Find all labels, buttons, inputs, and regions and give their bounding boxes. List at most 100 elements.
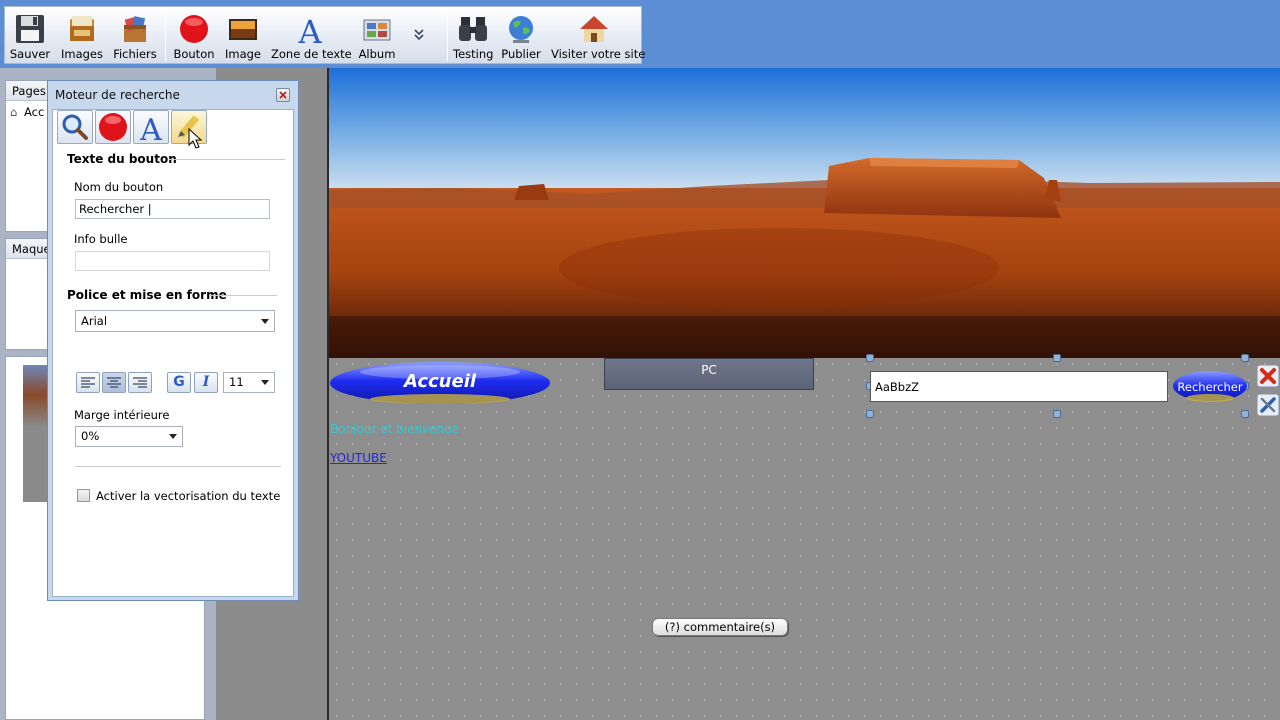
chevron-down-icon	[169, 434, 177, 439]
align-right-icon	[133, 377, 147, 388]
comments-button[interactable]: (?) commentaire(s)	[652, 618, 788, 636]
button-tool[interactable]: Bouton	[171, 9, 217, 63]
home-icon: ⌂	[10, 105, 18, 119]
delete-icon[interactable]	[1257, 365, 1279, 387]
tooltip-label: Info bulle	[74, 232, 128, 246]
files-box-icon	[124, 16, 146, 42]
mouse-cursor-icon	[188, 128, 203, 149]
images-folder-icon	[70, 16, 94, 41]
image-tool-label: Image	[224, 47, 262, 61]
test-button[interactable]: Testing	[453, 9, 493, 63]
inner-margin-label: Marge intérieure	[74, 408, 170, 422]
toolbar: Sauver Images Fichiers Bouton Image A Zo…	[0, 0, 1280, 68]
search-input[interactable]: AaBbzZ	[870, 371, 1168, 402]
toolbar-separator	[165, 11, 166, 61]
text-zone-label: Zone de texte	[271, 47, 352, 61]
publish-button[interactable]: Publier	[499, 9, 543, 63]
dialog-body: A Texte du bouton Nom du bouton Recherch…	[52, 109, 294, 597]
more-tools-button[interactable]	[411, 25, 427, 45]
home-button-label: Accueil	[403, 371, 477, 392]
test-label: Testing	[453, 47, 494, 61]
red-button-icon	[180, 15, 208, 43]
search-button-label: Rechercher	[1177, 380, 1243, 394]
floppy-disk-icon	[16, 15, 44, 43]
page-canvas[interactable]: Accueil PC AaBbzZ Rechercher Bonjour et …	[329, 68, 1280, 720]
publish-label: Publier	[501, 47, 541, 61]
vectorize-text-checkbox[interactable]	[77, 489, 90, 502]
selection-handle[interactable]	[1241, 410, 1249, 418]
selection-handle[interactable]	[866, 354, 874, 362]
text-zone-icon: A	[297, 13, 322, 45]
inner-margin-value: 0%	[81, 429, 100, 443]
selection-handle[interactable]	[1053, 354, 1061, 362]
welcome-text[interactable]: Bonjour et bienvenue	[330, 422, 459, 436]
files-label: Fichiers	[113, 47, 157, 61]
inner-margin-select[interactable]: 0%	[75, 426, 183, 447]
align-center-icon	[107, 377, 121, 388]
visit-site-label: Visiter votre site	[551, 47, 646, 61]
search-tab[interactable]	[57, 110, 93, 144]
font-select-value: Arial	[81, 314, 108, 328]
chevron-down-icon	[261, 319, 269, 324]
italic-button[interactable]: I	[194, 372, 218, 393]
button-text-section-title: Texte du bouton	[67, 152, 177, 166]
toolbar-separator	[447, 11, 448, 61]
divider	[209, 295, 277, 296]
youtube-link[interactable]: YOUTUBE	[330, 451, 387, 465]
search-button[interactable]: Rechercher	[1172, 370, 1248, 404]
red-button-icon	[99, 113, 127, 141]
magnifier-icon	[62, 114, 88, 140]
font-select[interactable]: Arial	[75, 310, 275, 332]
text-zone-tool[interactable]: A Zone de texte	[271, 9, 352, 63]
pages-item-label: Acc	[24, 105, 45, 119]
save-label: Sauver	[9, 47, 51, 61]
album-icon	[363, 19, 391, 41]
image-icon	[229, 19, 257, 40]
button-style-tab[interactable]	[95, 110, 131, 144]
bold-button[interactable]: G	[167, 372, 191, 393]
home-button[interactable]: Accueil	[329, 360, 551, 406]
images-label: Images	[60, 47, 103, 61]
button-tool-label: Bouton	[173, 47, 215, 61]
binoculars-icon	[459, 17, 487, 41]
visit-site-button[interactable]: Visiter votre site	[551, 9, 646, 63]
text-icon: A	[139, 113, 162, 148]
align-left-button[interactable]	[76, 372, 100, 393]
vectorize-text-label: Activer la vectorisation du texte	[96, 489, 281, 503]
svg-text:A: A	[139, 113, 162, 143]
save-button[interactable]: Sauver	[7, 9, 53, 63]
button-name-label: Nom du bouton	[74, 180, 164, 194]
images-button[interactable]: Images	[57, 9, 107, 63]
toolbar-group: Sauver Images Fichiers Bouton Image A Zo…	[4, 6, 646, 64]
align-center-button[interactable]	[102, 372, 126, 393]
font-size-value: 11	[229, 375, 244, 389]
svg-text:A: A	[297, 13, 322, 45]
font-size-select[interactable]: 11	[223, 372, 275, 393]
tooltip-input[interactable]	[75, 251, 270, 271]
album-label: Album	[358, 47, 396, 61]
album-tool[interactable]: Album	[355, 9, 399, 63]
dialog-title: Moteur de recherche	[55, 88, 180, 102]
close-icon	[279, 91, 287, 99]
files-button[interactable]: Fichiers	[109, 9, 161, 63]
selection-handle[interactable]	[1053, 410, 1061, 418]
banner-image[interactable]	[329, 68, 1280, 358]
search-engine-dialog: Moteur de recherche A Texte du bouton No…	[47, 80, 299, 601]
divider	[75, 466, 281, 467]
button-name-input[interactable]: Rechercher |	[75, 199, 270, 219]
chevron-double-down-icon	[414, 29, 424, 41]
image-tool[interactable]: Image	[221, 9, 265, 63]
house-icon	[580, 16, 608, 42]
pc-menu-button[interactable]: PC	[604, 358, 814, 390]
tools-icon[interactable]	[1257, 394, 1279, 416]
divider	[169, 159, 285, 160]
globe-icon	[509, 16, 533, 43]
pages-item-home[interactable]: ⌂ Acc	[10, 105, 44, 119]
dialog-close-button[interactable]	[276, 88, 290, 102]
selection-handle[interactable]	[866, 410, 874, 418]
selection-handle[interactable]	[1241, 354, 1249, 362]
align-right-button[interactable]	[128, 372, 152, 393]
font-section-title: Police et mise en forme	[67, 288, 227, 302]
text-style-tab[interactable]: A	[133, 110, 169, 148]
chevron-down-icon	[261, 380, 269, 385]
